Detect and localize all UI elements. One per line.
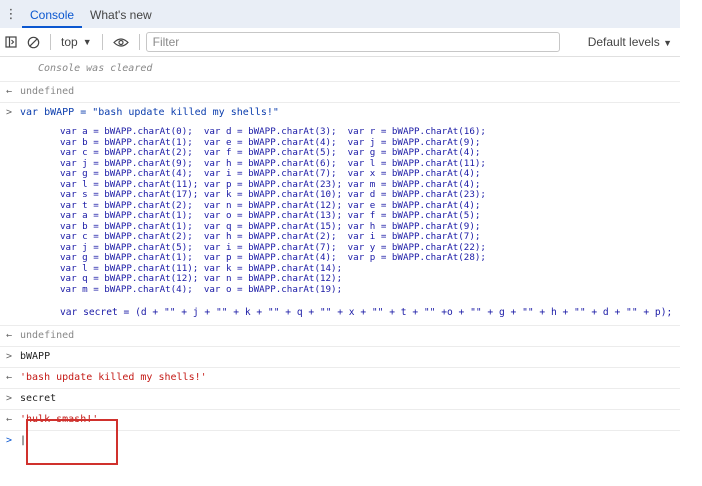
input-command: var bWAPP = "bash update killed my shell… bbox=[20, 107, 279, 118]
result-arrow-icon: ← bbox=[6, 414, 13, 425]
input-prompt-icon: > bbox=[6, 107, 13, 118]
console-input-row: > bWAPP bbox=[0, 347, 680, 368]
result-arrow-icon: ← bbox=[6, 86, 13, 97]
clear-console-icon[interactable] bbox=[22, 28, 44, 56]
console-output: Console was cleared ← undefined > var bW… bbox=[0, 57, 680, 451]
console-result-row: ← undefined bbox=[0, 326, 680, 347]
code-line: var q = bWAPP.charAt(12); var n = bWAPP.… bbox=[60, 273, 343, 284]
code-line: var c = bWAPP.charAt(2); var f = bWAPP.c… bbox=[60, 147, 481, 158]
code-line: var g = bWAPP.charAt(4); var i = bWAPP.c… bbox=[60, 168, 481, 179]
input-command: bWAPP bbox=[20, 351, 51, 362]
input-command: secret bbox=[20, 393, 57, 404]
input-prompt-icon: > bbox=[6, 435, 13, 446]
tab-whats-new[interactable]: What's new bbox=[82, 2, 160, 28]
secret-code-line: var secret = (d + "" + j + "" + k + "" +… bbox=[60, 307, 673, 318]
code-line: var c = bWAPP.charAt(2); var h = bWAPP.c… bbox=[60, 231, 481, 242]
console-input-block: > var bWAPP = "bash update killed my she… bbox=[0, 103, 680, 326]
highlight-box bbox=[26, 419, 118, 465]
console-result-row: ← 'bash update killed my shells!' bbox=[0, 368, 680, 389]
result-arrow-icon: ← bbox=[6, 372, 13, 383]
input-prompt-icon: > bbox=[6, 351, 13, 362]
code-line: var s = bWAPP.charAt(17); var k = bWAPP.… bbox=[60, 189, 486, 200]
cleared-text: Console was cleared bbox=[38, 63, 153, 74]
toolbar-divider bbox=[101, 34, 103, 50]
input-prompt-icon: > bbox=[6, 393, 13, 404]
sidebar-toggle-icon[interactable] bbox=[0, 28, 22, 56]
cleared-message: Console was cleared bbox=[0, 57, 680, 82]
filter-input[interactable] bbox=[145, 32, 560, 52]
code-line: var a = bWAPP.charAt(0); var d = bWAPP.c… bbox=[60, 126, 486, 137]
result-value: 'bash update killed my shells!' bbox=[20, 372, 207, 383]
result-value: undefined bbox=[20, 86, 75, 97]
code-line: var g = bWAPP.charAt(1); var p = bWAPP.c… bbox=[60, 252, 486, 263]
toolbar-divider bbox=[138, 34, 140, 50]
toolbar-divider bbox=[50, 34, 51, 50]
context-selector[interactable]: top ▼ bbox=[57, 28, 96, 56]
result-arrow-icon: ← bbox=[6, 330, 13, 341]
devtools-tabbar: ⋮ Console What's new bbox=[0, 0, 680, 28]
context-label: top bbox=[61, 35, 78, 49]
dropdown-arrow-icon: ▼ bbox=[663, 38, 672, 48]
code-block: var a = bWAPP.charAt(0); var d = bWAPP.c… bbox=[20, 121, 680, 325]
console-toolbar: top ▼ Default levels ▼ bbox=[0, 28, 680, 57]
code-line: var a = bWAPP.charAt(1); var o = bWAPP.c… bbox=[60, 210, 481, 221]
more-tabs-icon[interactable]: ⋮ bbox=[0, 0, 22, 28]
console-result-row: ← undefined bbox=[0, 82, 680, 103]
eye-icon[interactable] bbox=[109, 28, 133, 56]
tab-console[interactable]: Console bbox=[22, 2, 83, 28]
log-levels-dropdown[interactable]: Default levels ▼ bbox=[588, 28, 672, 56]
result-value: undefined bbox=[20, 330, 75, 341]
levels-label: Default levels bbox=[587, 35, 660, 49]
dropdown-arrow-icon: ▼ bbox=[82, 37, 92, 47]
console-input-row: > secret bbox=[0, 389, 680, 410]
code-line: var m = bWAPP.charAt(4); var o = bWAPP.c… bbox=[60, 283, 343, 295]
